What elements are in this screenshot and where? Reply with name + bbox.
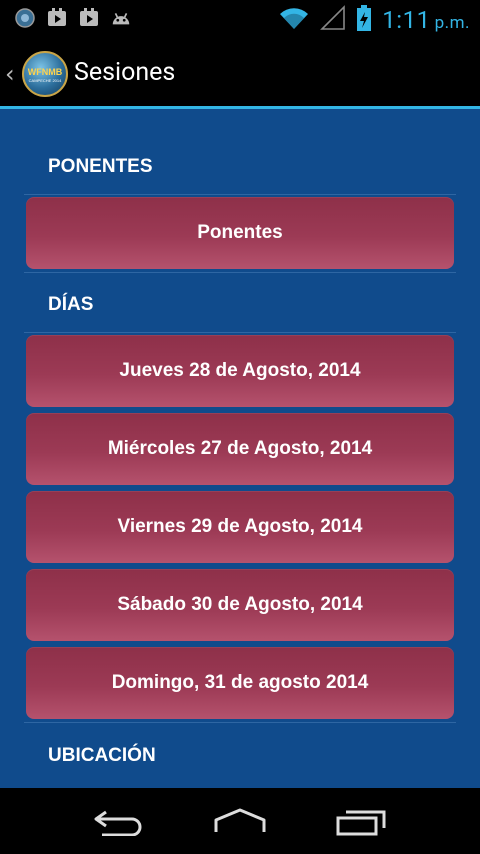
recent-apps-icon <box>336 810 386 836</box>
day-button-miercoles[interactable]: Miércoles 27 de Agosto, 2014 <box>26 413 454 485</box>
system-icons: 1:11 p.m. <box>278 4 470 36</box>
play-store-icon <box>78 7 100 29</box>
section-title: UBICACIÓN <box>48 745 156 766</box>
play-store-icon <box>46 7 68 29</box>
section-title: PONENTES <box>48 156 153 177</box>
day-button-domingo[interactable]: Domingo, 31 de agosto 2014 <box>26 647 454 719</box>
app-logo[interactable]: WFNMB CAMPECHE 2014 <box>22 51 68 97</box>
status-bar: 1:11 p.m. <box>0 0 480 38</box>
divider <box>24 722 456 723</box>
back-button[interactable] <box>92 806 148 836</box>
navigation-bar <box>0 788 480 854</box>
action-bar <box>0 38 480 106</box>
signal-icon <box>320 5 346 35</box>
day-button-jueves[interactable]: Jueves 28 de Agosto, 2014 <box>26 335 454 407</box>
day-button-viernes[interactable]: Viernes 29 de Agosto, 2014 <box>26 491 454 563</box>
logo-subtext: CAMPECHE 2014 <box>28 78 62 83</box>
page-title: Sesiones <box>74 58 176 87</box>
ponentes-button[interactable]: Ponentes <box>26 197 454 269</box>
notification-icons <box>14 7 132 29</box>
day-button-sabado[interactable]: Sábado 30 de Agosto, 2014 <box>26 569 454 641</box>
battery-charging-icon <box>356 4 372 36</box>
divider <box>24 272 456 273</box>
sessions-list[interactable]: PONENTES Ponentes DÍAS Jueves 28 de Agos… <box>0 109 480 788</box>
clock-time: 1:11 <box>382 6 431 34</box>
clock: 1:11 p.m. <box>382 6 470 34</box>
logo-text: WFNMB <box>27 67 63 77</box>
android-icon <box>110 7 132 29</box>
recent-apps-button[interactable] <box>334 806 390 836</box>
app-notification-icon <box>14 7 36 29</box>
clock-ampm: p.m. <box>434 13 470 33</box>
section-header-ubicacion: UBICACIÓN <box>24 727 456 783</box>
section-header-dias: DÍAS <box>24 276 456 333</box>
home-icon <box>214 808 266 832</box>
back-icon <box>94 810 142 836</box>
section-title: DÍAS <box>48 294 94 315</box>
section-header-ponentes: PONENTES <box>24 138 456 195</box>
home-button[interactable] <box>212 806 268 836</box>
up-navigation-icon[interactable]: ‹ <box>5 60 15 88</box>
wifi-icon <box>278 5 310 35</box>
